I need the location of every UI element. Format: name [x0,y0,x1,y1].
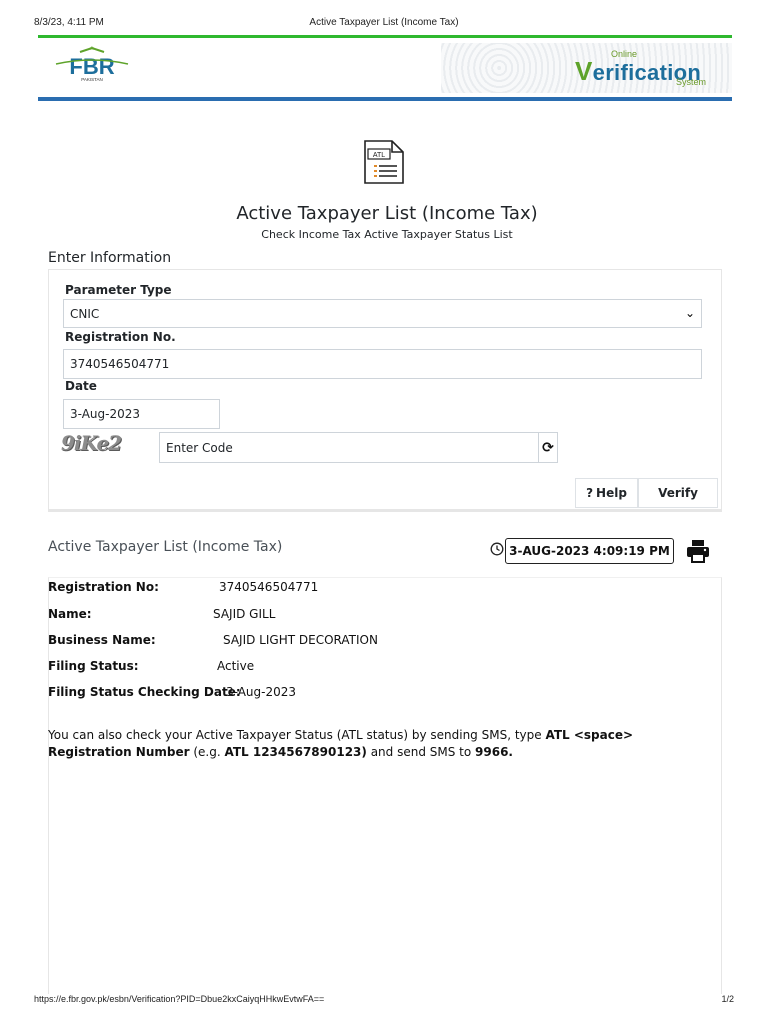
banner-system-text: System [676,77,707,87]
print-page-number: 1/2 [721,994,734,1004]
sms-instructions: You can also check your Active Taxpayer … [48,728,634,759]
online-verification-banner: Online Verification System [441,43,732,93]
date-label: Date [65,379,97,393]
chevron-down-icon: ⌄ [684,306,695,320]
svg-text:★: ★ [89,46,94,52]
atl-document-icon: ATL [362,139,406,185]
print-header: 8/3/23, 4:11 PM Active Taxpayer List (In… [34,17,734,31]
result-value-name: SAJID GILL [213,607,276,621]
parameter-type-value: CNIC [70,306,100,321]
parameter-type-label: Parameter Type [65,283,172,297]
result-section-title: Active Taxpayer List (Income Tax) [48,539,283,555]
header-blue-rule [38,97,732,101]
date-input[interactable]: 3-Aug-2023 [63,399,220,429]
page-title: Active Taxpayer List (Income Tax) [236,203,538,224]
help-button-label: Help [596,486,627,500]
print-url: https://e.fbr.gov.pk/esbn/Verification?P… [34,994,325,1004]
captcha-code-placeholder: Enter Code [166,440,233,455]
parameter-type-select[interactable]: CNIC ⌄ [63,299,702,328]
clock-icon [490,542,504,556]
print-title: Active Taxpayer List (Income Tax) [309,17,459,28]
fbr-logo[interactable]: ★ FBR PAKISTAN [50,46,134,84]
result-label-filing-status: Filing Status: [48,659,139,673]
registration-number-label: Registration No. [65,330,176,344]
fbr-logo-text: FBR [69,54,114,79]
date-value: 3-Aug-2023 [70,407,141,421]
svg-text:ATL: ATL [373,152,385,159]
result-label-checking-date: Filing Status Checking Date: [48,685,241,699]
print-icon[interactable] [685,538,711,564]
captcha-code-input[interactable]: Enter Code [159,432,539,463]
verify-button[interactable]: Verify [638,478,718,508]
refresh-captcha-button[interactable]: ⟳ [538,432,558,463]
fbr-logo-subtext: PAKISTAN [81,77,103,82]
registration-number-value: 3740546504771 [70,357,170,371]
enter-information-heading: Enter Information [48,250,172,266]
help-button[interactable]: ? Help [575,478,638,508]
result-value-business-name: SAJID LIGHT DECORATION [223,633,378,647]
refresh-icon: ⟳ [542,439,554,456]
registration-number-input[interactable]: 3740546504771 [63,349,702,379]
result-label-name: Name: [48,607,92,621]
result-value-registration: 3740546504771 [219,580,319,594]
print-footer: https://e.fbr.gov.pk/esbn/Verification?P… [34,994,734,1008]
result-label-business-name: Business Name: [48,633,156,647]
result-label-registration: Registration No: [48,580,159,594]
page-subtitle: Check Income Tax Active Taxpayer Status … [261,228,513,241]
result-timestamp: 3-AUG-2023 4:09:19 PM [505,538,674,564]
captcha-image: 9iKe2 [61,431,122,455]
result-value-checking-date: 3-Aug-2023 [226,685,297,699]
header-green-rule [38,35,732,38]
question-icon: ? [586,486,594,500]
result-value-filing-status: Active [217,659,255,673]
verify-button-label: Verify [658,486,698,500]
